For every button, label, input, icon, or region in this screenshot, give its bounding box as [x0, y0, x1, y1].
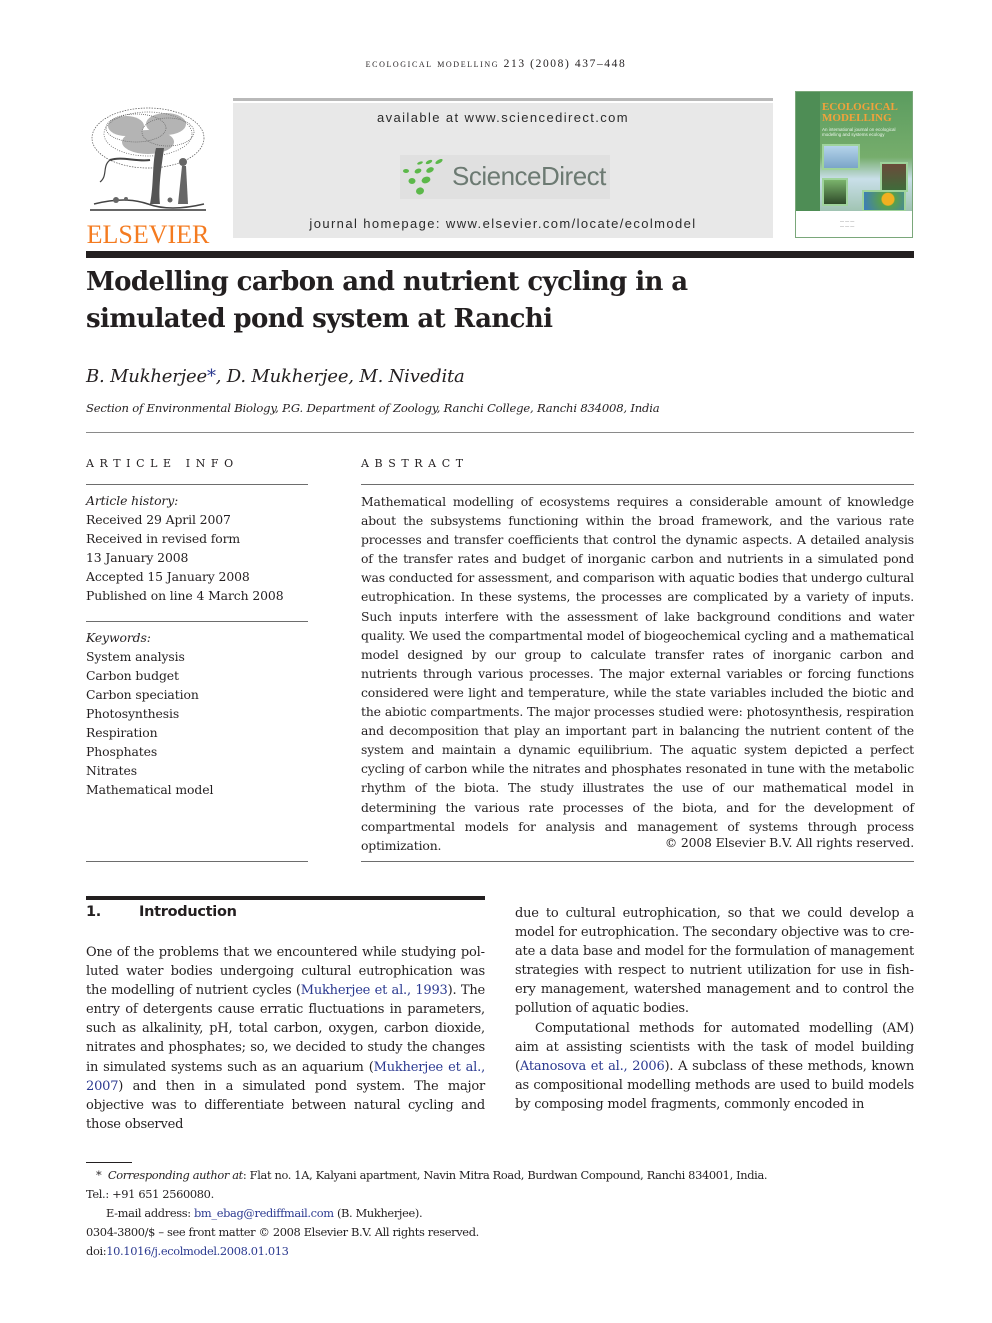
- corresponding-address: : Flat no. 1A, Kalyani apartment, Navin …: [242, 1168, 768, 1182]
- article-info-rule: [86, 484, 308, 485]
- corresponding-author-footnote: * Corresponding author at: Flat no. 1A, …: [86, 1166, 846, 1185]
- available-at-link[interactable]: available at www.sciencedirect.com: [233, 110, 773, 125]
- footnotes: * Corresponding author at: Flat no. 1A, …: [86, 1166, 846, 1261]
- keywords-label: Keywords:: [86, 630, 151, 645]
- author-separator: ,: [215, 366, 227, 387]
- body-column-left: One of the problems that we encountered …: [86, 943, 485, 1134]
- doi-link[interactable]: 10.1016/j.ecolmodel.2008.01.013: [106, 1244, 289, 1258]
- elsevier-logo[interactable]: ELSEVIER: [86, 104, 210, 248]
- keyword-item: Carbon budget: [86, 668, 179, 683]
- email-link[interactable]: bm_ebag@rediffmail.com: [194, 1206, 334, 1220]
- cover-photo-sunflower: [862, 190, 906, 212]
- author-separator: ,: [348, 366, 360, 387]
- history-item: Accepted 15 January 2008: [86, 569, 250, 584]
- abstract-rule: [361, 484, 914, 485]
- author-name: M. Nivedita: [359, 366, 465, 387]
- running-head: Ecological Modelling 213 (2008) 437–448: [365, 58, 627, 70]
- keyword-item: Phosphates: [86, 744, 158, 759]
- article-info-heading: ARTICLE INFO: [86, 457, 239, 470]
- cover-photo-water: [822, 144, 860, 170]
- sciencedirect-logo[interactable]: ScienceDirect: [400, 155, 610, 199]
- section-title: Introduction: [139, 904, 237, 920]
- elsevier-tree-icon: [90, 107, 206, 211]
- cover-title: ECOLOGICAL MODELLING: [822, 102, 898, 124]
- front-matter: 0304-3800/$ – see front matter © 2008 El…: [86, 1225, 479, 1239]
- abstract-copyright: © 2008 Elsevier B.V. All rights reserved…: [664, 835, 914, 850]
- keywords-rule: [86, 621, 308, 622]
- citation-link[interactable]: Mukherjee et al., 1993: [301, 983, 448, 998]
- footnote-rule: [86, 1162, 132, 1163]
- author-name: B. Mukherjee: [86, 366, 207, 387]
- elsevier-wordmark: ELSEVIER: [86, 220, 210, 249]
- history-item: 13 January 2008: [86, 550, 189, 565]
- keyword-item: Photosynthesis: [86, 706, 180, 721]
- abstract-bottom-rule: [361, 861, 914, 862]
- keyword-item: Mathematical model: [86, 782, 214, 797]
- header-rule: [233, 98, 773, 101]
- article-history: Article history: Received 29 April 2007 …: [86, 491, 308, 605]
- paper-title-line1: Modelling carbon and nutrient cycling in…: [86, 267, 688, 297]
- sciencedirect-wordmark: ScienceDirect: [452, 161, 606, 191]
- body-text: ) and then in a simulated pond system. T…: [86, 1078, 485, 1132]
- sciencedirect-banner: available at www.sciencedirect.com Scien…: [233, 103, 773, 238]
- section-rule: [86, 896, 485, 900]
- cover-title-line2: MODELLING: [822, 112, 892, 124]
- keyword-item: Carbon speciation: [86, 687, 199, 702]
- corresponding-author-marker[interactable]: *: [207, 366, 216, 387]
- cover-footer: — — — — — —: [796, 211, 912, 237]
- body-paragraph: One of the problems that we encountered …: [86, 943, 485, 1134]
- keyword-item: Nitrates: [86, 763, 137, 778]
- journal-cover-thumbnail[interactable]: ECOLOGICAL MODELLING An international jo…: [795, 91, 913, 238]
- doi-line: doi:10.1016/j.ecolmodel.2008.01.013: [86, 1242, 846, 1261]
- section-number: 1.: [86, 904, 101, 920]
- cover-photo-trees: [880, 162, 908, 192]
- affiliation: Section of Environmental Biology, P.G. D…: [86, 401, 660, 415]
- abstract-heading: ABSTRACT: [361, 457, 469, 470]
- abstract-text: Mathematical modelling of ecosystems req…: [361, 494, 914, 853]
- body-paragraph: due to cultural eutrophication, so that …: [515, 906, 914, 1017]
- title-divider: [86, 432, 914, 433]
- telephone: Tel.: +91 651 2560080.: [86, 1187, 214, 1201]
- history-item: Received in revised form: [86, 531, 241, 546]
- email-owner: (B. Mukherjee).: [333, 1206, 423, 1220]
- doi-label: doi:: [86, 1244, 107, 1258]
- author-list: B. Mukherjee*, D. Mukherjee, M. Nivedita: [86, 366, 465, 387]
- paper-title-line2: simulated pond system at Ranchi: [86, 304, 553, 334]
- email-footnote: E-mail address: bm_ebag@rediffmail.com (…: [86, 1204, 846, 1223]
- cover-subtitle: An international journal on ecological m…: [822, 127, 896, 137]
- cover-photo-butterfly: [822, 178, 848, 206]
- cover-footer-text: — — — — — —: [840, 218, 855, 228]
- history-item: Received 29 April 2007: [86, 512, 231, 527]
- paper-title: Modelling carbon and nutrient cycling in…: [86, 264, 786, 338]
- header-thick-rule: [86, 251, 914, 258]
- sciencedirect-dots-icon: [403, 159, 443, 195]
- history-item: Published on line 4 March 2008: [86, 588, 284, 603]
- section-heading-introduction: 1. Introduction: [86, 904, 237, 920]
- journal-homepage-link[interactable]: journal homepage: www.elsevier.com/locat…: [233, 216, 773, 231]
- body-paragraph: Computational methods for automated mode…: [515, 1019, 914, 1114]
- article-info-bottom-rule: [86, 861, 308, 862]
- email-label: E-mail address:: [106, 1206, 194, 1220]
- footnote-marker: *: [96, 1168, 102, 1182]
- keyword-item: Respiration: [86, 725, 158, 740]
- author-name: D. Mukherjee: [226, 366, 349, 387]
- corresponding-label: Corresponding author at: [107, 1168, 243, 1182]
- body-column-right: due to cultural eutrophication, so that …: [515, 904, 914, 1114]
- keywords: Keywords: System analysis Carbon budget …: [86, 628, 308, 799]
- citation-link[interactable]: Atanosova et al., 2006: [520, 1059, 665, 1074]
- article-history-label: Article history:: [86, 493, 179, 508]
- keyword-item: System analysis: [86, 649, 185, 664]
